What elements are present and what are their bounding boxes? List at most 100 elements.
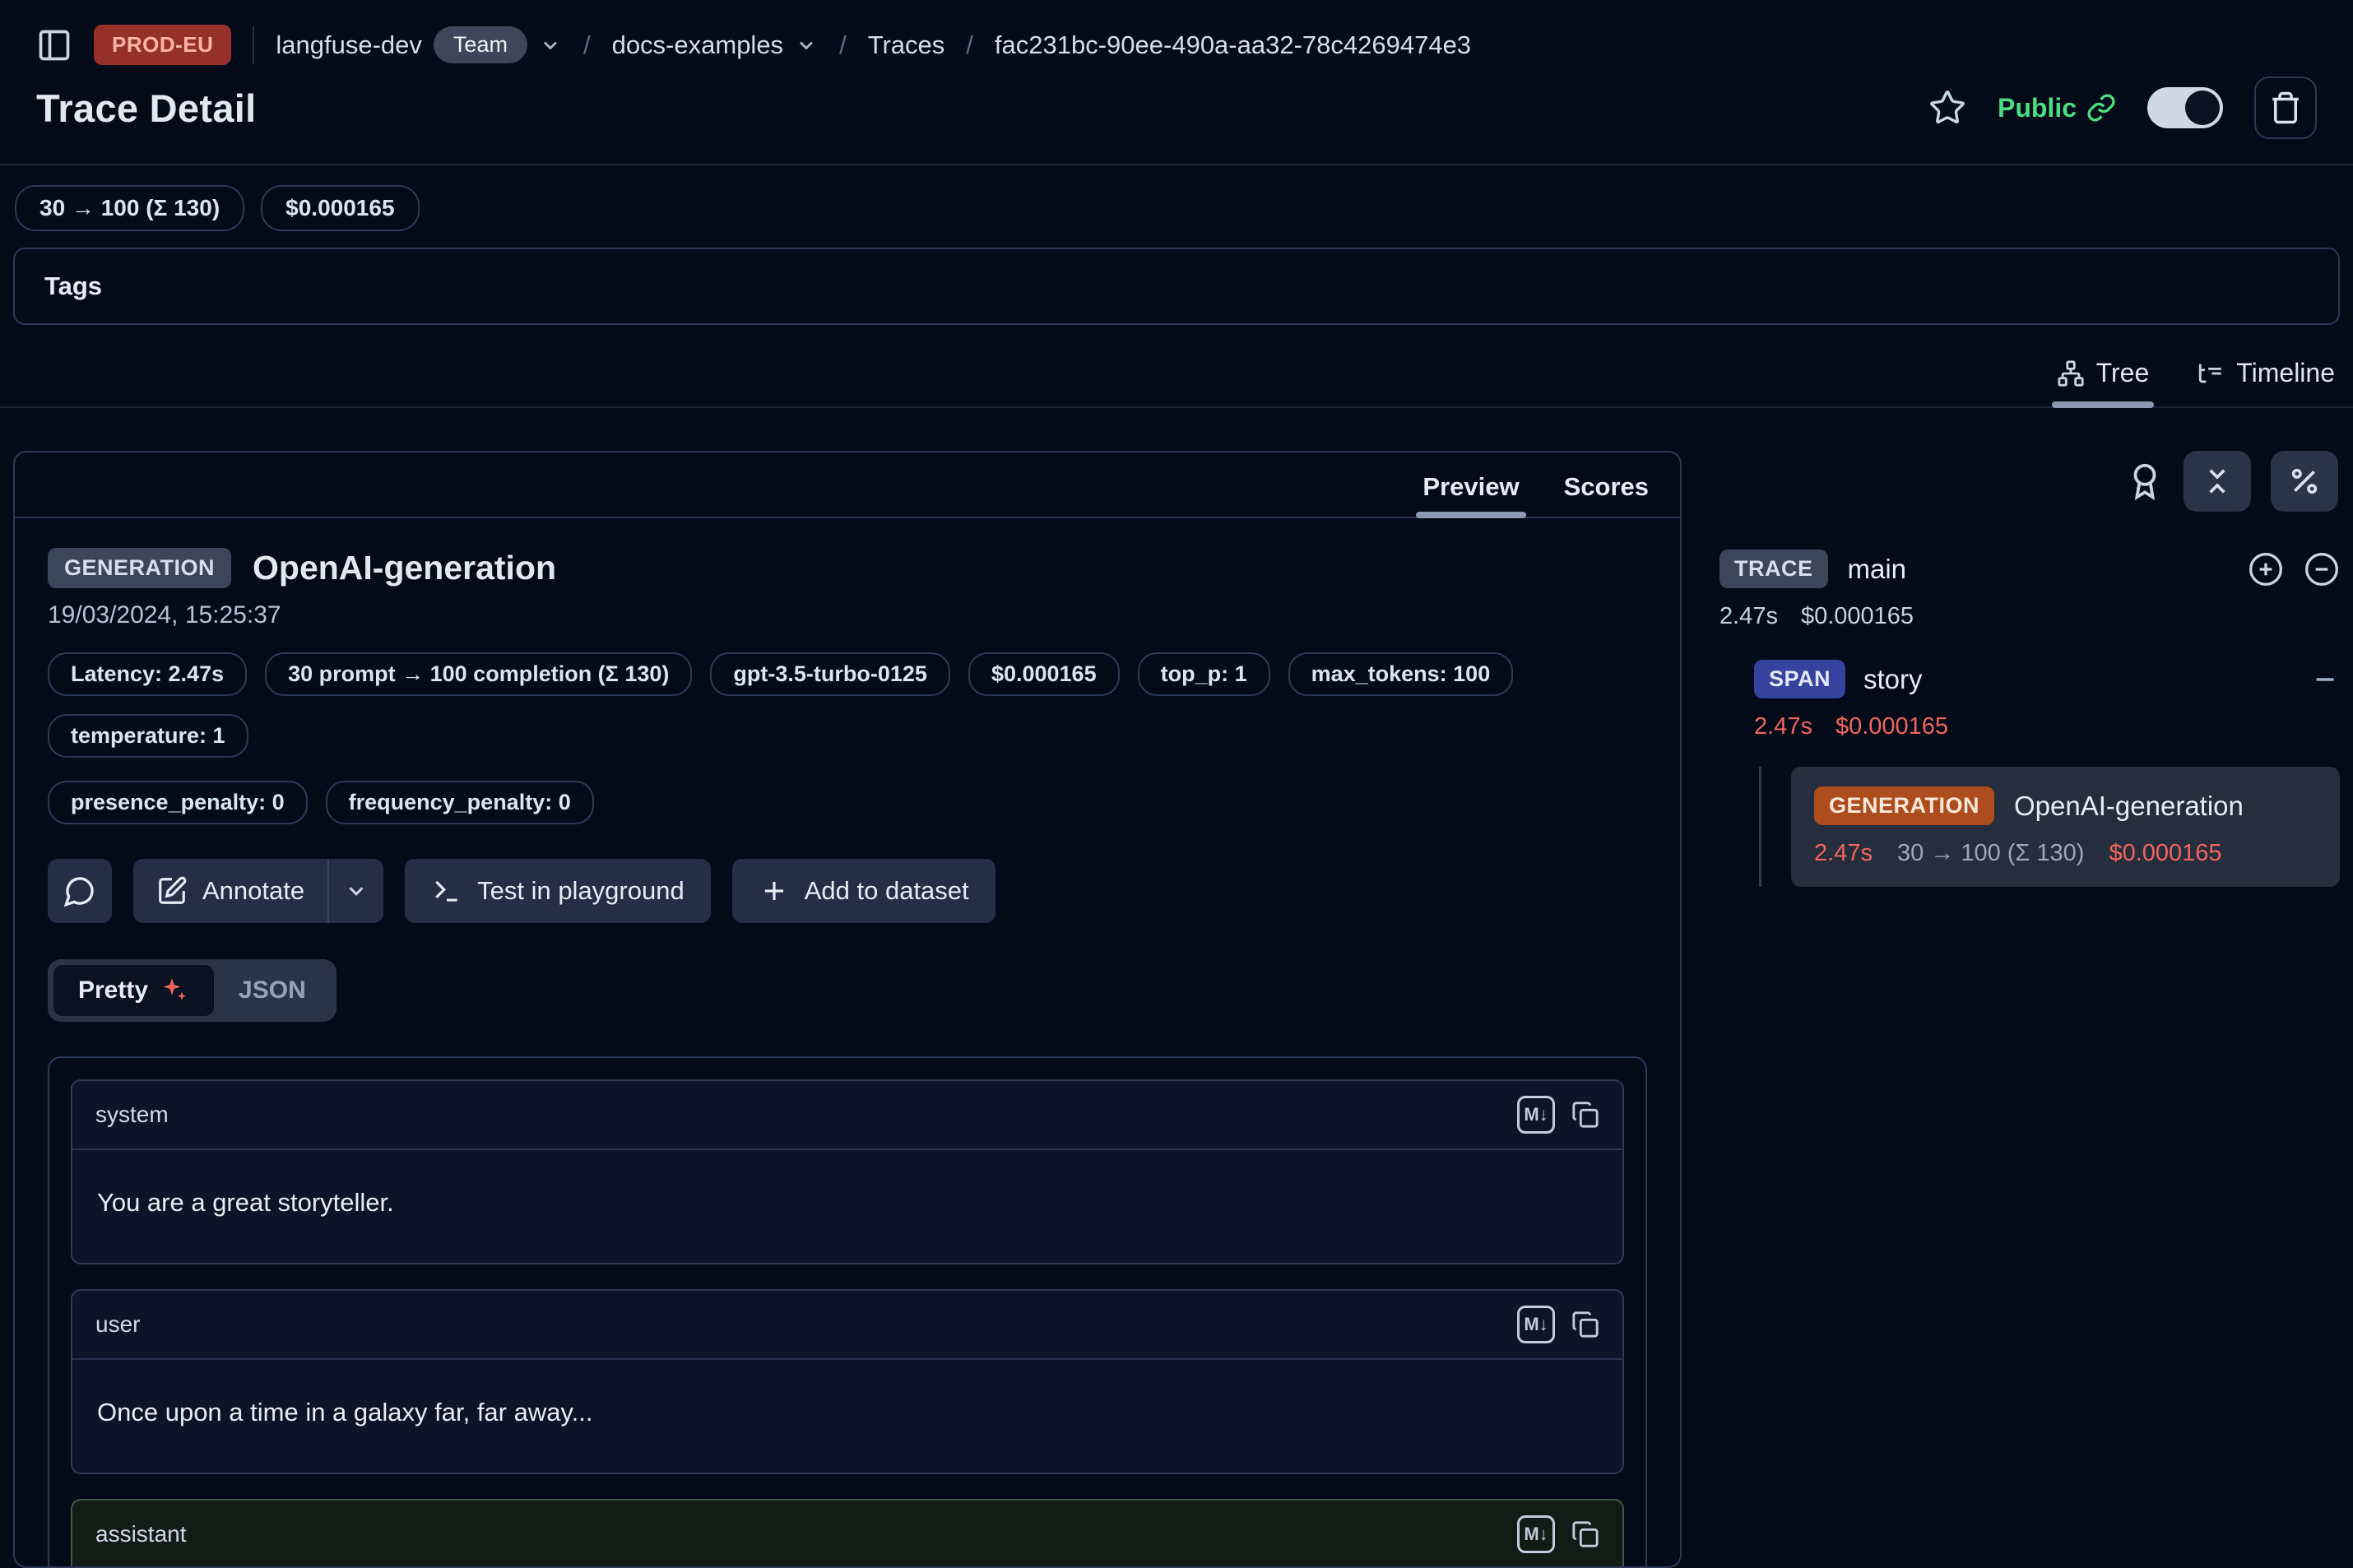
breadcrumb-divider [253, 26, 254, 64]
model-badge[interactable]: gpt-3.5-turbo-0125 [710, 652, 950, 696]
assistant-message-card: assistant M↓ There existed a majestic pl… [71, 1499, 1624, 1568]
page-title: Trace Detail [36, 86, 256, 131]
timeline-icon [2197, 360, 2225, 387]
tags-box[interactable]: Tags [13, 248, 2340, 325]
trace-latency: 2.47s [1720, 603, 1778, 630]
max-tokens-badge: max_tokens: 100 [1288, 652, 1514, 696]
generation-latency: 2.47s [1814, 840, 1873, 867]
toggle-knob [2185, 90, 2220, 125]
observation-title: OpenAI-generation [253, 549, 556, 587]
breadcrumb-project[interactable]: docs-examples [612, 30, 818, 60]
annotate-split-button: Annotate [133, 859, 383, 923]
sparkles-icon [160, 976, 189, 1005]
observation-badges-row2: presence_penalty: 0 frequency_penalty: 0 [48, 781, 1647, 824]
percent-icon [2288, 465, 2321, 498]
add-to-dataset-button[interactable]: Add to dataset [732, 859, 996, 923]
breadcrumb-trace-id: fac231bc-90ee-490a-aa32-78c4269474e3 [995, 30, 1471, 60]
chevron-down-icon[interactable] [539, 34, 562, 57]
org-type-pill: Team [434, 26, 527, 63]
tab-preview[interactable]: Preview [1422, 472, 1519, 517]
panel-tabs: Preview Scores [15, 452, 1680, 518]
message-content: Once upon a time in a galaxy far, far aw… [72, 1360, 1622, 1473]
trace-stats: 30 → 100 (Σ 130) $0.000165 [0, 165, 2353, 231]
generation-type-badge: GENERATION [1814, 786, 1994, 825]
markdown-toggle-icon[interactable]: M↓ [1517, 1306, 1555, 1343]
star-icon [1928, 89, 1966, 127]
view-tabs: Tree Timeline [0, 325, 2353, 408]
temperature-badge: temperature: 1 [48, 714, 248, 758]
tree-node-span[interactable]: SPAN story [1754, 660, 2340, 698]
message-role-label: user [95, 1311, 140, 1338]
tree-network-icon [2057, 360, 2085, 387]
frequency-penalty-badge: frequency_penalty: 0 [326, 781, 594, 824]
show-metrics-percent-button[interactable] [2271, 451, 2338, 512]
format-json-segment[interactable]: JSON [214, 965, 331, 1016]
bookmark-star-button[interactable] [1928, 89, 1966, 127]
comments-button[interactable] [48, 859, 112, 923]
test-in-playground-button[interactable]: Test in playground [405, 859, 711, 923]
collapse-all-button[interactable] [2184, 451, 2251, 512]
annotate-button[interactable]: Annotate [133, 859, 327, 923]
observation-badges-row1: Latency: 2.47s 30 prompt → 100 completio… [48, 652, 1647, 758]
span-type-badge: SPAN [1754, 660, 1845, 698]
cost-pill: $0.000165 [261, 185, 419, 231]
sidebar-toggle-button[interactable] [36, 27, 72, 63]
annotate-dropdown-button[interactable] [329, 859, 383, 923]
comment-bubble-icon [63, 874, 96, 907]
panel-left-icon [36, 27, 72, 63]
chevron-down-icon [344, 879, 369, 903]
presence-penalty-badge: presence_penalty: 0 [48, 781, 308, 824]
tags-label: Tags [44, 271, 102, 300]
token-usage-badge: 30 prompt → 100 completion (Σ 130) [265, 652, 692, 696]
annotate-pencil-icon [156, 875, 188, 907]
markdown-toggle-icon[interactable]: M↓ [1517, 1096, 1555, 1134]
tree-node-trace[interactable]: TRACE main [1720, 550, 2340, 588]
token-usage-pill: 30 → 100 (Σ 130) [15, 185, 244, 231]
copy-icon[interactable] [1571, 1311, 1599, 1338]
message-content: You are a great storyteller. [72, 1150, 1622, 1263]
top-p-badge: top_p: 1 [1138, 652, 1270, 696]
format-pretty-segment[interactable]: Pretty [53, 965, 214, 1016]
tree-node-generation-selected[interactable]: GENERATION OpenAI-generation 2.47s 30 → … [1791, 767, 2340, 887]
tab-timeline[interactable]: Timeline [2197, 358, 2335, 406]
collapse-node-icon[interactable] [2310, 665, 2340, 694]
delete-trace-button[interactable] [2254, 77, 2317, 139]
span-latency: 2.47s [1754, 713, 1812, 740]
observation-type-badge: GENERATION [48, 548, 231, 588]
page-header: Trace Detail Public [0, 65, 2353, 139]
content-area: Preview Scores GENERATION OpenAI-generat… [0, 408, 2353, 1568]
tab-tree[interactable]: Tree [2057, 358, 2150, 406]
cost-badge: $0.000165 [968, 652, 1120, 696]
public-toggle[interactable] [2147, 87, 2223, 128]
trace-cost: $0.000165 [1801, 603, 1914, 630]
breadcrumb-separator: / [583, 30, 591, 60]
chevron-down-icon[interactable] [795, 34, 818, 57]
markdown-toggle-icon[interactable]: M↓ [1517, 1515, 1555, 1553]
message-role-label: assistant [95, 1521, 187, 1547]
user-message-card: user M↓ Once upon a time in a galaxy far… [71, 1289, 1624, 1474]
generation-name: OpenAI-generation [2014, 791, 2244, 822]
trace-tree-panel: TRACE main 2.47s $0.000165 SPAN story [1720, 451, 2340, 887]
tab-scores[interactable]: Scores [1564, 472, 1649, 517]
trace-name: main [1848, 554, 1907, 585]
span-metrics: 2.47s $0.000165 [1754, 713, 2340, 740]
breadcrumb-org[interactable]: langfuse-dev Team [276, 26, 562, 63]
public-share-link[interactable]: Public [1998, 93, 2116, 123]
trace-type-badge: TRACE [1720, 550, 1828, 588]
breadcrumb-traces-link[interactable]: Traces [868, 30, 945, 60]
zoom-out-icon[interactable] [2304, 551, 2340, 587]
trace-metrics: 2.47s $0.000165 [1720, 603, 2340, 630]
breadcrumb-separator: / [966, 30, 973, 60]
zoom-in-icon[interactable] [2248, 551, 2284, 587]
breadcrumb: PROD-EU langfuse-dev Team / docs-example… [0, 0, 2353, 65]
breadcrumb-separator: / [839, 30, 847, 60]
span-cost: $0.000165 [1836, 713, 1948, 740]
format-toggle: Pretty JSON [48, 959, 336, 1022]
link-icon [2086, 93, 2116, 123]
copy-icon[interactable] [1571, 1101, 1599, 1129]
award-icon[interactable] [2126, 462, 2164, 500]
observation-actions: Annotate Test in playground [48, 859, 1647, 923]
tree-toolbar [1720, 451, 2340, 512]
copy-icon[interactable] [1571, 1520, 1599, 1548]
terminal-icon [431, 875, 462, 907]
